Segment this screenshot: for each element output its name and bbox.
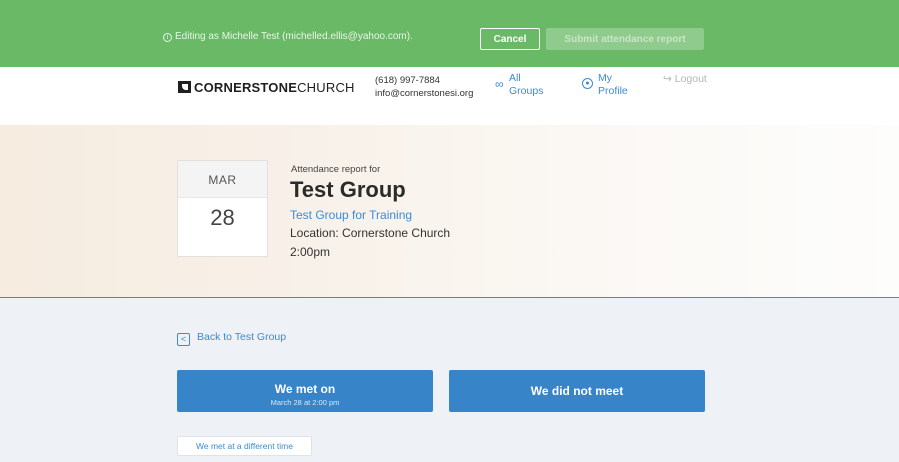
different-time-button[interactable]: We met at a different time	[177, 436, 312, 456]
date-card: MAR 28	[177, 160, 268, 257]
nav-all-groups[interactable]: ∞ All Groups	[495, 72, 543, 98]
cancel-button[interactable]: Cancel	[480, 28, 540, 50]
nav-logout[interactable]: ↪ Logout	[663, 73, 707, 86]
we-did-not-meet-button[interactable]: We did not meet	[449, 370, 705, 412]
we-met-button[interactable]: We met on March 28 at 2:00 pm	[177, 370, 433, 412]
contact-email: info@cornerstonesi.org	[375, 88, 474, 99]
logout-icon: ↪	[663, 73, 672, 85]
profile-icon: ●	[582, 78, 593, 89]
contact-info: (618) 997-7884 info@cornerstonesi.org	[375, 74, 473, 100]
submit-attendance-report-button[interactable]: Submit attendance report	[546, 28, 704, 50]
cornerstone-logo[interactable]: CORNERSTONECHURCH	[178, 80, 355, 95]
group-link[interactable]: Test Group for Training	[290, 208, 412, 222]
phone-number: (618) 997-7884	[375, 75, 440, 86]
event-location: Location: Cornerstone Church	[290, 226, 451, 240]
page-title: Test Group	[290, 177, 406, 202]
date-day: 28	[210, 205, 235, 230]
date-month: MAR	[178, 161, 267, 198]
info-icon: i	[163, 33, 172, 42]
nav-my-profile[interactable]: ● My Profile	[582, 72, 628, 98]
report-for-label: Attendance report for	[291, 164, 381, 175]
chevron-left-icon: <	[177, 333, 190, 346]
event-hero	[0, 125, 899, 297]
groups-icon: ∞	[495, 77, 504, 91]
logo-mark-icon	[178, 81, 191, 93]
edit-banner: i Editing as Michelle Test (michelled.ell…	[0, 0, 899, 67]
event-time: 2:00pm	[290, 245, 331, 259]
editing-message: i Editing as Michelle Test (michelled.ell…	[163, 31, 413, 42]
editing-text: Editing as Michelle Test (michelled.elli…	[175, 31, 413, 42]
back-link[interactable]: < Back to Test Group	[177, 331, 286, 346]
